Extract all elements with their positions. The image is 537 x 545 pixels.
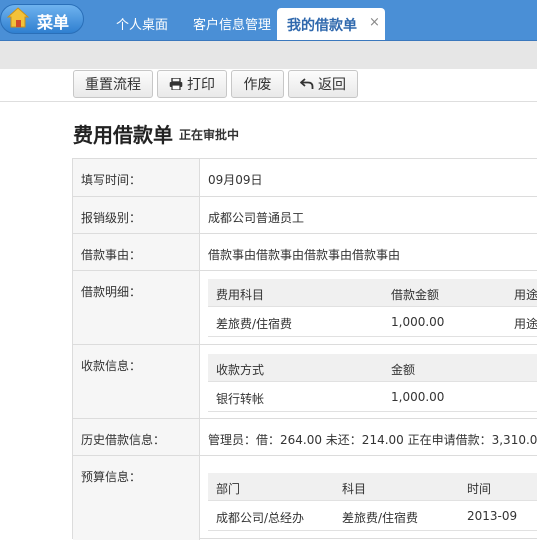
form-row-level: 报销级别： 成都公司普通员工 — [73, 197, 537, 234]
form-row-reason: 借款事由： 借款事由借款事由借款事由借款事由 — [73, 234, 537, 271]
tab-my-loan-label: 我的借款单 — [287, 18, 357, 34]
reset-workflow-button[interactable]: 重置流程 — [73, 70, 153, 98]
page-title: 费用借款单 — [73, 123, 173, 147]
action-toolbar: 重置流程 打印 作废 返回 — [0, 69, 537, 102]
tab-my-loan[interactable]: 我的借款单 × — [277, 8, 385, 40]
form-row-payment: 收款信息： 收款方式 金额 银行转帐 1,000.00 — [73, 345, 537, 419]
payment-header-method: 收款方式 — [216, 363, 265, 377]
reason-label: 借款事由： — [81, 248, 142, 262]
form-row-fill-time: 填写时间： 09月09日 — [73, 159, 537, 197]
payment-cell-amount: 1,000.00 — [391, 390, 445, 404]
detail-header-amount: 借款金额 — [391, 288, 440, 302]
fill-time-label: 填写时间： — [81, 173, 142, 187]
payment-header-amount: 金额 — [391, 363, 416, 377]
top-tab-bar: 菜单 个人桌面 客户信息管理 我的借款单 × — [0, 0, 537, 41]
budget-table-header: 部门 科目 时间 — [208, 473, 537, 501]
budget-cell-dept: 成都公司/总经办 — [216, 511, 305, 525]
approval-status: 正在审批中 — [179, 128, 240, 142]
reason-value: 借款事由借款事由借款事由借款事由 — [208, 248, 401, 262]
tab-personal-desktop[interactable]: 个人桌面 — [116, 14, 168, 33]
payment-table-header: 收款方式 金额 — [208, 354, 537, 382]
history-label: 历史借款信息： — [81, 433, 166, 447]
detail-header-purpose: 用途 — [514, 288, 537, 302]
detail-cell-subject: 差旅费/住宿费 — [216, 317, 293, 331]
loan-form: 填写时间： 09月09日 报销级别： 成都公司普通员工 借款事由： 借款事由借款… — [72, 158, 537, 540]
detail-cell-amount: 1,000.00 — [391, 315, 445, 329]
void-button[interactable]: 作废 — [231, 70, 284, 98]
budget-header-subject: 科目 — [342, 482, 367, 496]
level-label: 报销级别： — [81, 211, 142, 225]
budget-table: 部门 科目 时间 成都公司/总经办 差旅费/住宿费 2013-09 — [208, 473, 537, 531]
close-icon[interactable]: × — [369, 15, 380, 30]
toolbar-strip — [0, 41, 537, 69]
menu-button[interactable]: 菜单 — [0, 4, 84, 34]
payment-cell-method: 银行转帐 — [216, 392, 265, 406]
detail-cell-purpose: 用途 — [514, 317, 537, 331]
payment-table-row: 银行转帐 1,000.00 — [208, 382, 537, 412]
budget-cell-subject: 差旅费/住宿费 — [342, 511, 419, 525]
menu-label: 菜单 — [37, 13, 70, 32]
detail-table-row: 差旅费/住宿费 1,000.00 用途 — [208, 307, 537, 337]
form-row-budget: 预算信息： 部门 科目 时间 成都公司/总经办 差旅费/住宿费 2013-09 — [73, 456, 537, 540]
budget-label: 预算信息： — [81, 470, 142, 484]
payment-table: 收款方式 金额 银行转帐 1,000.00 — [208, 354, 537, 412]
printer-icon — [169, 78, 183, 90]
tab-customer-info[interactable]: 客户信息管理 — [193, 14, 271, 33]
detail-table: 费用科目 借款金额 用途 差旅费/住宿费 1,000.00 用途 — [208, 279, 537, 337]
budget-header-time: 时间 — [467, 482, 492, 496]
back-button[interactable]: 返回 — [288, 70, 358, 98]
void-label: 作废 — [243, 77, 272, 93]
budget-table-row: 成都公司/总经办 差旅费/住宿费 2013-09 — [208, 501, 537, 531]
back-arrow-icon — [300, 78, 314, 89]
form-row-detail: 借款明细： 费用科目 借款金额 用途 差旅费/住宿费 1,000.00 用途 — [73, 271, 537, 345]
home-icon — [7, 7, 29, 28]
level-value: 成都公司普通员工 — [208, 211, 305, 225]
back-label: 返回 — [318, 77, 346, 93]
budget-header-dept: 部门 — [216, 482, 241, 496]
reset-workflow-label: 重置流程 — [85, 77, 141, 93]
history-value: 管理员：借：264.00 未还：214.00 正在申请借款：3,310.0 — [208, 433, 537, 447]
payment-label: 收款信息： — [81, 359, 142, 373]
form-row-history: 历史借款信息： 管理员：借：264.00 未还：214.00 正在申请借款：3,… — [73, 419, 537, 456]
fill-time-value: 09月09日 — [208, 173, 263, 187]
detail-header-subject: 费用科目 — [216, 288, 265, 302]
detail-table-header: 费用科目 借款金额 用途 — [208, 279, 537, 307]
detail-label: 借款明细： — [81, 285, 142, 299]
budget-cell-time: 2013-09 — [467, 509, 518, 523]
print-label: 打印 — [187, 77, 215, 93]
print-button[interactable]: 打印 — [157, 70, 227, 98]
